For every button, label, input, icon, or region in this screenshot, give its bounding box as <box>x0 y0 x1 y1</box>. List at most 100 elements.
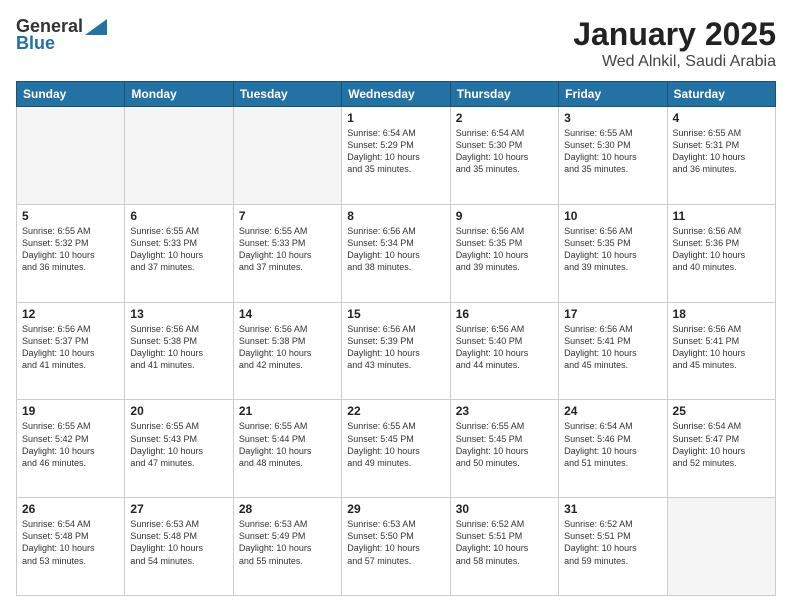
day-info: Sunrise: 6:55 AM Sunset: 5:45 PM Dayligh… <box>456 420 553 469</box>
day-info: Sunrise: 6:56 AM Sunset: 5:36 PM Dayligh… <box>673 225 770 274</box>
calendar-cell: 31 Sunrise: 6:52 AM Sunset: 5:51 PM Dayli… <box>559 498 667 596</box>
logo: General Blue <box>16 16 107 54</box>
calendar-cell: 15 Sunrise: 6:56 AM Sunset: 5:39 PM Dayli… <box>342 302 450 400</box>
day-number: 20 <box>130 404 227 418</box>
day-info: Sunrise: 6:56 AM Sunset: 5:37 PM Dayligh… <box>22 323 119 372</box>
day-info: Sunrise: 6:55 AM Sunset: 5:43 PM Dayligh… <box>130 420 227 469</box>
day-number: 12 <box>22 307 119 321</box>
day-number: 18 <box>673 307 770 321</box>
calendar-cell <box>233 107 341 205</box>
calendar-cell: 16Sunrise: 6:56 AM Sunset: 5:40 PM Dayli… <box>450 302 558 400</box>
day-info: Sunrise: 6:52 AM Sunset: 5:51 PM Dayligh… <box>456 518 553 567</box>
day-info: Sunrise: 6:55 AM Sunset: 5:44 PM Dayligh… <box>239 420 336 469</box>
day-info: Sunrise: 6:56 AM Sunset: 5:41 PM Dayligh… <box>673 323 770 372</box>
day-number: 28 <box>239 502 336 516</box>
calendar-cell: 12 Sunrise: 6:56 AM Sunset: 5:37 PM Dayli… <box>17 302 125 400</box>
day-number: 9 <box>456 209 553 223</box>
day-number: 23 <box>456 404 553 418</box>
day-info: Sunrise: 6:55 AM Sunset: 5:31 PM Dayligh… <box>673 127 770 176</box>
day-info: Sunrise: 6:56 AM Sunset: 5:38 PM Dayligh… <box>130 323 227 372</box>
calendar-cell: 20 Sunrise: 6:55 AM Sunset: 5:43 PM Dayli… <box>125 400 233 498</box>
day-number: 5 <box>22 209 119 223</box>
location: Wed Alnkil, Saudi Arabia <box>573 53 776 71</box>
day-number: 11 <box>673 209 770 223</box>
calendar-week-5: 26Sunrise: 6:54 AM Sunset: 5:48 PM Dayli… <box>17 498 776 596</box>
calendar-table: SundayMondayTuesdayWednesdayThursdayFrid… <box>16 81 776 596</box>
day-info: Sunrise: 6:54 AM Sunset: 5:29 PM Dayligh… <box>347 127 444 176</box>
calendar-header-tuesday: Tuesday <box>233 82 341 107</box>
day-number: 4 <box>673 111 770 125</box>
day-number: 30 <box>456 502 553 516</box>
day-number: 3 <box>564 111 661 125</box>
calendar-cell: 11 Sunrise: 6:56 AM Sunset: 5:36 PM Dayli… <box>667 204 775 302</box>
day-info: Sunrise: 6:52 AM Sunset: 5:51 PM Dayligh… <box>564 518 661 567</box>
page: General Blue January 2025 Wed Alnkil, Sa… <box>0 0 792 612</box>
header: General Blue January 2025 Wed Alnkil, Sa… <box>16 16 776 71</box>
day-info: Sunrise: 6:54 AM Sunset: 5:46 PM Dayligh… <box>564 420 661 469</box>
calendar-cell: 1Sunrise: 6:54 AM Sunset: 5:29 PM Daylig… <box>342 107 450 205</box>
day-number: 8 <box>347 209 444 223</box>
calendar-cell: 4 Sunrise: 6:55 AM Sunset: 5:31 PM Daylig… <box>667 107 775 205</box>
calendar-cell <box>125 107 233 205</box>
title-area: January 2025 Wed Alnkil, Saudi Arabia <box>573 16 776 71</box>
calendar-cell: 14 Sunrise: 6:56 AM Sunset: 5:38 PM Dayli… <box>233 302 341 400</box>
day-info: Sunrise: 6:55 AM Sunset: 5:32 PM Dayligh… <box>22 225 119 274</box>
calendar-week-1: 1Sunrise: 6:54 AM Sunset: 5:29 PM Daylig… <box>17 107 776 205</box>
calendar-header-thursday: Thursday <box>450 82 558 107</box>
day-info: Sunrise: 6:53 AM Sunset: 5:50 PM Dayligh… <box>347 518 444 567</box>
day-number: 25 <box>673 404 770 418</box>
day-number: 13 <box>130 307 227 321</box>
calendar-header-friday: Friday <box>559 82 667 107</box>
day-number: 15 <box>347 307 444 321</box>
calendar-week-4: 19 Sunrise: 6:55 AM Sunset: 5:42 PM Dayli… <box>17 400 776 498</box>
day-info: Sunrise: 6:55 AM Sunset: 5:45 PM Dayligh… <box>347 420 444 469</box>
calendar-cell: 29Sunrise: 6:53 AM Sunset: 5:50 PM Dayli… <box>342 498 450 596</box>
calendar-cell: 27 Sunrise: 6:53 AM Sunset: 5:48 PM Dayli… <box>125 498 233 596</box>
day-info: Sunrise: 6:56 AM Sunset: 5:39 PM Dayligh… <box>347 323 444 372</box>
calendar-cell: 30 Sunrise: 6:52 AM Sunset: 5:51 PM Dayli… <box>450 498 558 596</box>
day-number: 31 <box>564 502 661 516</box>
day-info: Sunrise: 6:55 AM Sunset: 5:33 PM Dayligh… <box>130 225 227 274</box>
calendar-cell <box>17 107 125 205</box>
calendar-week-2: 5 Sunrise: 6:55 AM Sunset: 5:32 PM Daylig… <box>17 204 776 302</box>
calendar-cell: 21Sunrise: 6:55 AM Sunset: 5:44 PM Dayli… <box>233 400 341 498</box>
calendar-cell: 23 Sunrise: 6:55 AM Sunset: 5:45 PM Dayli… <box>450 400 558 498</box>
calendar-header-sunday: Sunday <box>17 82 125 107</box>
day-info: Sunrise: 6:55 AM Sunset: 5:33 PM Dayligh… <box>239 225 336 274</box>
day-number: 14 <box>239 307 336 321</box>
calendar-cell: 28 Sunrise: 6:53 AM Sunset: 5:49 PM Dayli… <box>233 498 341 596</box>
day-info: Sunrise: 6:54 AM Sunset: 5:30 PM Dayligh… <box>456 127 553 176</box>
month-title: January 2025 <box>573 16 776 53</box>
day-info: Sunrise: 6:54 AM Sunset: 5:47 PM Dayligh… <box>673 420 770 469</box>
day-info: Sunrise: 6:54 AM Sunset: 5:48 PM Dayligh… <box>22 518 119 567</box>
calendar-cell: 3Sunrise: 6:55 AM Sunset: 5:30 PM Daylig… <box>559 107 667 205</box>
day-number: 27 <box>130 502 227 516</box>
day-info: Sunrise: 6:56 AM Sunset: 5:38 PM Dayligh… <box>239 323 336 372</box>
calendar-header-wednesday: Wednesday <box>342 82 450 107</box>
day-number: 22 <box>347 404 444 418</box>
calendar-cell: 8 Sunrise: 6:56 AM Sunset: 5:34 PM Daylig… <box>342 204 450 302</box>
day-info: Sunrise: 6:53 AM Sunset: 5:49 PM Dayligh… <box>239 518 336 567</box>
calendar-cell: 5 Sunrise: 6:55 AM Sunset: 5:32 PM Daylig… <box>17 204 125 302</box>
calendar-cell: 22 Sunrise: 6:55 AM Sunset: 5:45 PM Dayli… <box>342 400 450 498</box>
calendar-header-saturday: Saturday <box>667 82 775 107</box>
calendar-cell: 7Sunrise: 6:55 AM Sunset: 5:33 PM Daylig… <box>233 204 341 302</box>
day-info: Sunrise: 6:56 AM Sunset: 5:34 PM Dayligh… <box>347 225 444 274</box>
day-info: Sunrise: 6:56 AM Sunset: 5:35 PM Dayligh… <box>456 225 553 274</box>
day-info: Sunrise: 6:56 AM Sunset: 5:41 PM Dayligh… <box>564 323 661 372</box>
day-info: Sunrise: 6:55 AM Sunset: 5:42 PM Dayligh… <box>22 420 119 469</box>
day-info: Sunrise: 6:56 AM Sunset: 5:35 PM Dayligh… <box>564 225 661 274</box>
calendar-cell: 24Sunrise: 6:54 AM Sunset: 5:46 PM Dayli… <box>559 400 667 498</box>
calendar-cell: 18 Sunrise: 6:56 AM Sunset: 5:41 PM Dayli… <box>667 302 775 400</box>
calendar-cell: 26Sunrise: 6:54 AM Sunset: 5:48 PM Dayli… <box>17 498 125 596</box>
day-number: 19 <box>22 404 119 418</box>
logo-icon <box>85 19 107 35</box>
calendar-cell: 6Sunrise: 6:55 AM Sunset: 5:33 PM Daylig… <box>125 204 233 302</box>
day-number: 17 <box>564 307 661 321</box>
day-number: 2 <box>456 111 553 125</box>
calendar-header-row: SundayMondayTuesdayWednesdayThursdayFrid… <box>17 82 776 107</box>
calendar-week-3: 12 Sunrise: 6:56 AM Sunset: 5:37 PM Dayli… <box>17 302 776 400</box>
day-info: Sunrise: 6:53 AM Sunset: 5:48 PM Dayligh… <box>130 518 227 567</box>
logo-blue-text: Blue <box>16 33 55 54</box>
calendar-header-monday: Monday <box>125 82 233 107</box>
